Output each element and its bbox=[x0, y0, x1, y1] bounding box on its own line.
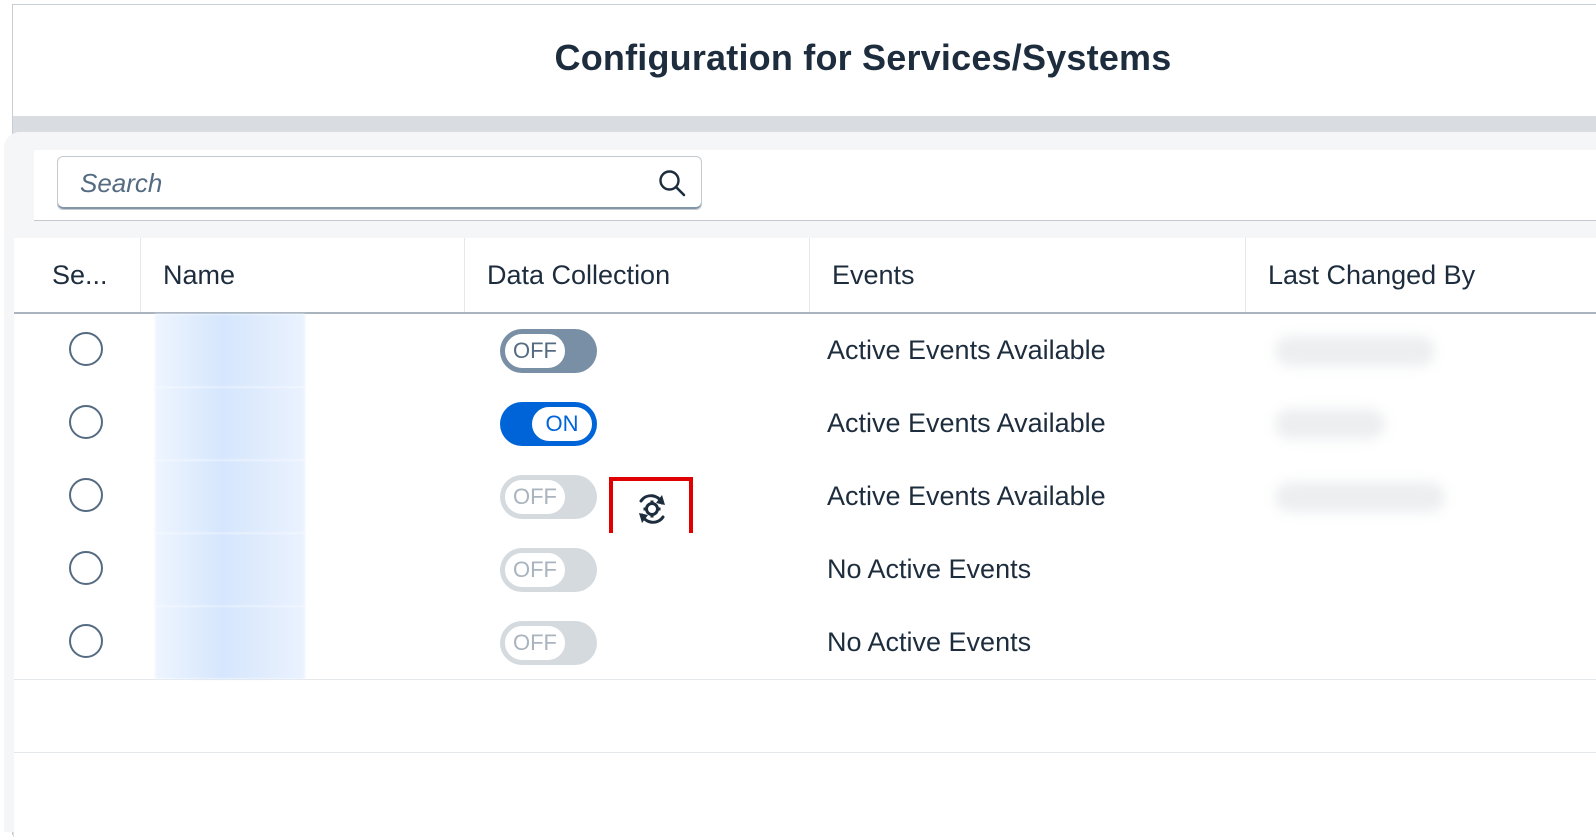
page-title: Configuration for Services/Systems bbox=[554, 37, 1172, 78]
name-cell-redacted bbox=[155, 460, 305, 533]
column-header-events[interactable]: Events bbox=[810, 238, 1246, 312]
last-changed-by-cell-redacted bbox=[1255, 533, 1485, 606]
table-row[interactable]: OFF No Active Events bbox=[14, 606, 1596, 680]
empty-table-row bbox=[14, 752, 1596, 825]
redacted-blur bbox=[1275, 336, 1435, 366]
events-cell: No Active Events bbox=[827, 554, 1032, 584]
redacted-blur bbox=[1275, 409, 1385, 439]
switch-label: OFF bbox=[503, 332, 567, 370]
data-collection-switch[interactable]: OFF bbox=[500, 329, 597, 373]
services-table: Se... Name Data Collection Events Last C… bbox=[14, 238, 1596, 838]
switch-label: OFF bbox=[503, 551, 567, 589]
switch-label: OFF bbox=[503, 478, 567, 516]
events-cell: Active Events Available bbox=[827, 335, 1106, 365]
name-cell-redacted bbox=[155, 533, 305, 606]
last-changed-by-cell-redacted bbox=[1255, 460, 1485, 533]
search-icon[interactable] bbox=[657, 168, 687, 198]
table-header: Se... Name Data Collection Events Last C… bbox=[14, 238, 1596, 314]
table-row[interactable]: OFF No Active Events bbox=[14, 533, 1596, 607]
title-bar: Configuration for Services/Systems bbox=[13, 5, 1596, 117]
row-select-radio[interactable] bbox=[69, 624, 103, 658]
table-row[interactable]: OFF Active Events Available bbox=[14, 460, 1596, 549]
column-header-last-changed-by[interactable]: Last Changed By bbox=[1246, 238, 1596, 312]
column-header-name[interactable]: Name bbox=[141, 238, 465, 312]
events-cell: Active Events Available bbox=[827, 481, 1106, 511]
events-cell: Active Events Available bbox=[827, 408, 1106, 438]
search-field[interactable] bbox=[57, 156, 702, 210]
data-collection-switch[interactable]: OFF bbox=[500, 548, 597, 592]
name-cell-redacted bbox=[155, 387, 305, 460]
sync-settings-icon[interactable] bbox=[632, 489, 672, 529]
events-cell: No Active Events bbox=[827, 627, 1032, 657]
name-cell-redacted bbox=[155, 606, 305, 679]
redacted-blur bbox=[1275, 482, 1445, 512]
switch-label: OFF bbox=[503, 624, 567, 662]
name-cell-redacted bbox=[155, 314, 305, 387]
table-row[interactable]: ON Active Events Available bbox=[14, 387, 1596, 461]
row-select-radio[interactable] bbox=[69, 332, 103, 366]
column-header-data-collection[interactable]: Data Collection bbox=[465, 238, 810, 312]
row-select-radio[interactable] bbox=[69, 478, 103, 512]
switch-label: ON bbox=[530, 405, 594, 443]
data-collection-switch[interactable]: OFF bbox=[500, 621, 597, 665]
row-select-radio[interactable] bbox=[69, 551, 103, 585]
data-collection-switch[interactable]: OFF bbox=[500, 475, 597, 519]
empty-table-row bbox=[14, 679, 1596, 753]
column-header-select[interactable]: Se... bbox=[14, 238, 141, 312]
row-select-radio[interactable] bbox=[69, 405, 103, 439]
data-collection-switch[interactable]: ON bbox=[500, 402, 597, 446]
search-input[interactable] bbox=[72, 157, 648, 209]
last-changed-by-cell-redacted bbox=[1255, 387, 1485, 460]
last-changed-by-cell-redacted bbox=[1255, 314, 1485, 387]
table-row[interactable]: OFF Active Events Available bbox=[14, 314, 1596, 388]
